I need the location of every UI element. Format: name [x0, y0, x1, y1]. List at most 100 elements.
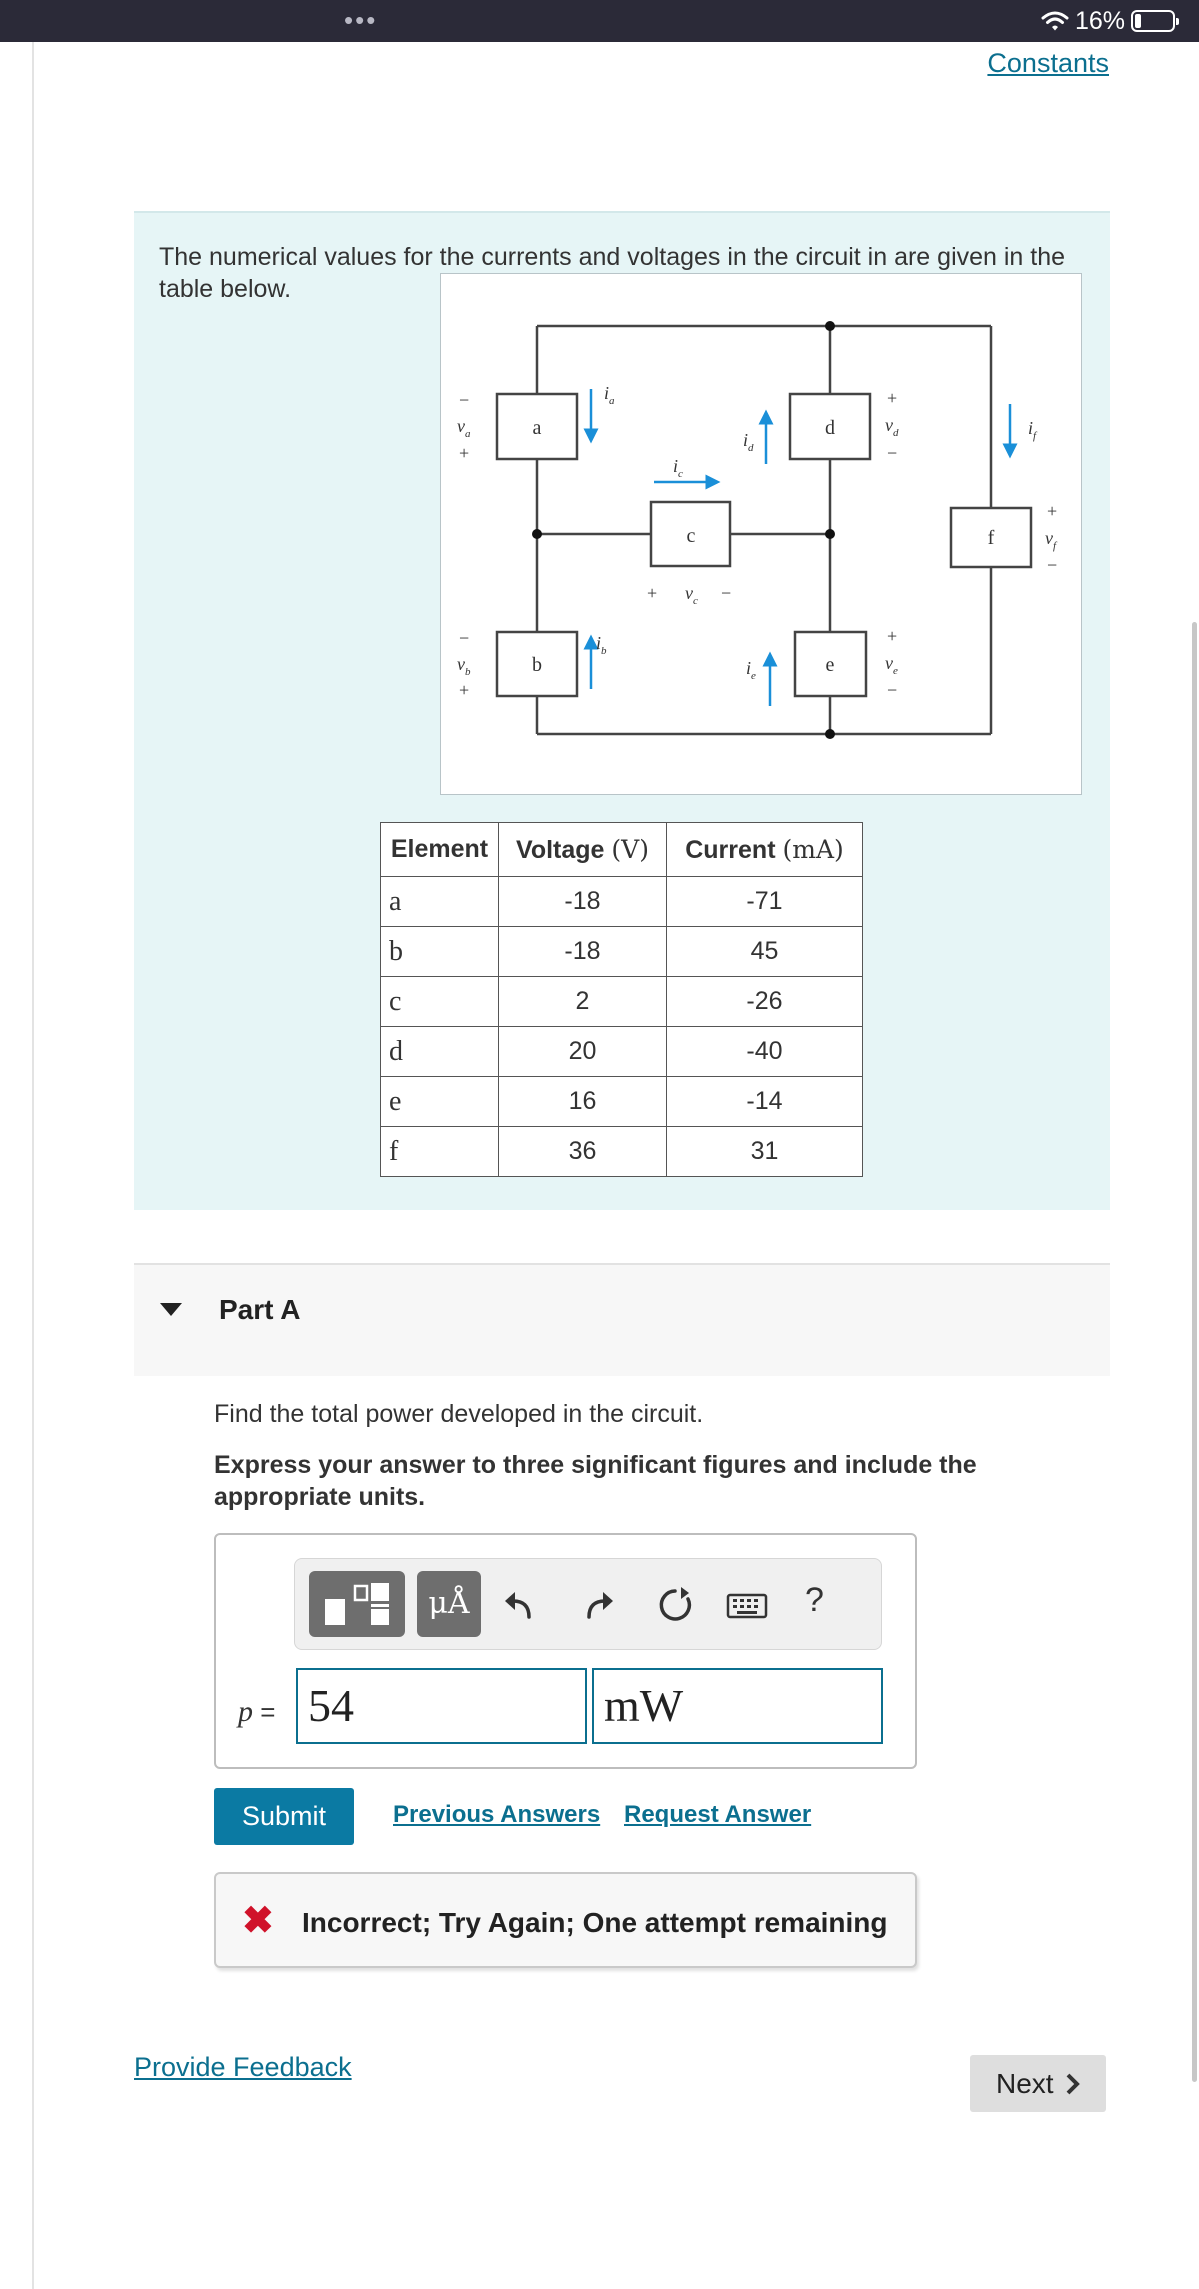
table-row: e 16 -14 — [380, 1076, 863, 1127]
header-current-label: Current — [685, 835, 776, 864]
current-label-c: ic — [673, 456, 683, 480]
undo-icon[interactable] — [499, 1585, 539, 1625]
element-label-f: f — [988, 527, 995, 549]
voltage-label-b: vb — [457, 654, 471, 678]
next-label: Next — [996, 2068, 1054, 2099]
node — [532, 529, 542, 539]
voltage-label-c: vc — [685, 583, 698, 607]
voltage-plus-c: + — [647, 583, 657, 603]
voltage-plus-f: + — [1047, 501, 1057, 521]
node — [825, 321, 835, 331]
current-label-a: ia — [604, 383, 615, 407]
table-cell-element: b — [380, 926, 499, 977]
table-cell-element: d — [380, 1026, 499, 1077]
table-row: b -18 45 — [380, 926, 863, 977]
table-cell-element: c — [380, 976, 499, 1027]
question-text: Find the total power developed in the ci… — [214, 1400, 704, 1428]
table-cell-current: -14 — [666, 1076, 863, 1127]
table-cell-element: f — [380, 1126, 499, 1177]
table-row: d 20 -40 — [380, 1026, 863, 1077]
node — [825, 529, 835, 539]
answer-unit-input[interactable]: mW — [592, 1668, 883, 1744]
element-label-d: d — [825, 417, 835, 439]
voltage-label-a: va — [457, 416, 471, 440]
help-icon[interactable]: ? — [805, 1581, 824, 1620]
wifi-icon — [1041, 11, 1069, 31]
feedback-message: ✖ Incorrect; Try Again; One attempt rema… — [214, 1872, 917, 1968]
voltage-plus-d: + — [887, 388, 897, 408]
previous-answers-link[interactable]: Previous Answers — [393, 1801, 600, 1829]
part-a-header[interactable]: Part A — [134, 1263, 1110, 1376]
voltage-plus-b: + — [459, 680, 469, 700]
templates-glyph — [325, 1583, 389, 1625]
table-cell-current: 45 — [666, 926, 863, 977]
reset-icon[interactable] — [655, 1585, 695, 1625]
voltage-plus-a: + — [459, 443, 469, 463]
scrollbar[interactable] — [1192, 622, 1197, 2082]
variable-symbol: p — [238, 1695, 253, 1728]
multitasking-dots-icon[interactable]: ••• — [344, 7, 377, 33]
table-cell-voltage: -18 — [498, 926, 667, 977]
incorrect-x-icon: ✖ — [242, 1900, 274, 1942]
element-label-a: a — [533, 417, 542, 439]
table-cell-voltage: 36 — [498, 1126, 667, 1177]
table-header-row: Element Voltage (V) Current (mA) — [380, 822, 863, 877]
element-label-e: e — [826, 654, 835, 676]
submit-button[interactable]: Submit — [214, 1788, 354, 1845]
equals-sign: = — [260, 1697, 276, 1727]
header-current-unit: (mA) — [782, 834, 844, 864]
variable-label: p = — [238, 1695, 275, 1729]
table-row: f 36 31 — [380, 1126, 863, 1177]
units-icon[interactable]: μÅ — [417, 1571, 481, 1637]
answer-box: μÅ ? p = 54 mW — [214, 1533, 917, 1769]
current-label-f: if — [1028, 418, 1038, 442]
constants-link[interactable]: Constants — [987, 48, 1109, 79]
current-label-b: ib — [596, 633, 607, 657]
math-toolbar: μÅ ? — [294, 1558, 882, 1650]
answer-value-input[interactable]: 54 — [296, 1668, 587, 1744]
current-label-d: id — [743, 430, 754, 454]
element-label-b: b — [532, 654, 542, 676]
table-cell-voltage: 16 — [498, 1076, 667, 1127]
left-rule — [32, 42, 34, 2289]
table-cell-element: a — [380, 876, 499, 927]
status-bar: ••• 16% — [0, 0, 1199, 42]
element-label-c: c — [687, 525, 696, 547]
voltage-minus-c: − — [721, 583, 731, 603]
feedback-text: Incorrect; Try Again; One attempt remain… — [302, 1907, 888, 1938]
redo-icon[interactable] — [579, 1585, 619, 1625]
header-voltage-unit: (V) — [611, 834, 649, 864]
request-answer-link[interactable]: Request Answer — [624, 1801, 811, 1829]
table-cell-current: -71 — [666, 876, 863, 927]
collapse-caret-icon[interactable] — [160, 1303, 182, 1316]
voltage-minus-a: − — [459, 390, 469, 410]
table-row: a -18 -71 — [380, 876, 863, 927]
table-cell-voltage: 20 — [498, 1026, 667, 1077]
node — [825, 729, 835, 739]
values-table: Element Voltage (V) Current (mA) a -18 -… — [380, 822, 863, 1177]
header-current: Current (mA) — [666, 822, 863, 877]
table-cell-voltage: -18 — [498, 876, 667, 927]
voltage-label-f: vf — [1045, 528, 1058, 552]
provide-feedback-link[interactable]: Provide Feedback — [134, 2052, 352, 2083]
part-a-title: Part A — [219, 1294, 301, 1325]
table-row: c 2 -26 — [380, 976, 863, 1027]
voltage-minus-e: − — [887, 680, 897, 700]
next-button[interactable]: Next — [970, 2055, 1106, 2112]
voltage-label-d: vd — [885, 415, 899, 439]
circuit-figure: a b c d e f ia ib ic id ie if − va + − v… — [440, 273, 1082, 795]
status-right: 16% — [1041, 6, 1179, 36]
templates-icon[interactable] — [309, 1571, 405, 1637]
battery-icon — [1131, 10, 1179, 32]
keyboard-icon[interactable] — [725, 1585, 769, 1625]
circuit-diagram: a b c d e f ia ib ic id ie if − va + − v… — [457, 321, 1058, 739]
intro-panel: The numerical values for the currents an… — [134, 211, 1110, 1210]
battery-percent: 16% — [1074, 6, 1125, 35]
header-voltage: Voltage (V) — [498, 822, 667, 877]
table-cell-current: 31 — [666, 1126, 863, 1177]
table-cell-voltage: 2 — [498, 976, 667, 1027]
voltage-minus-f: − — [1047, 555, 1057, 575]
voltage-label-e: ve — [885, 653, 898, 677]
instructions-text: Express your answer to three significant… — [214, 1451, 977, 1511]
chevron-right-icon — [1066, 2073, 1080, 2095]
